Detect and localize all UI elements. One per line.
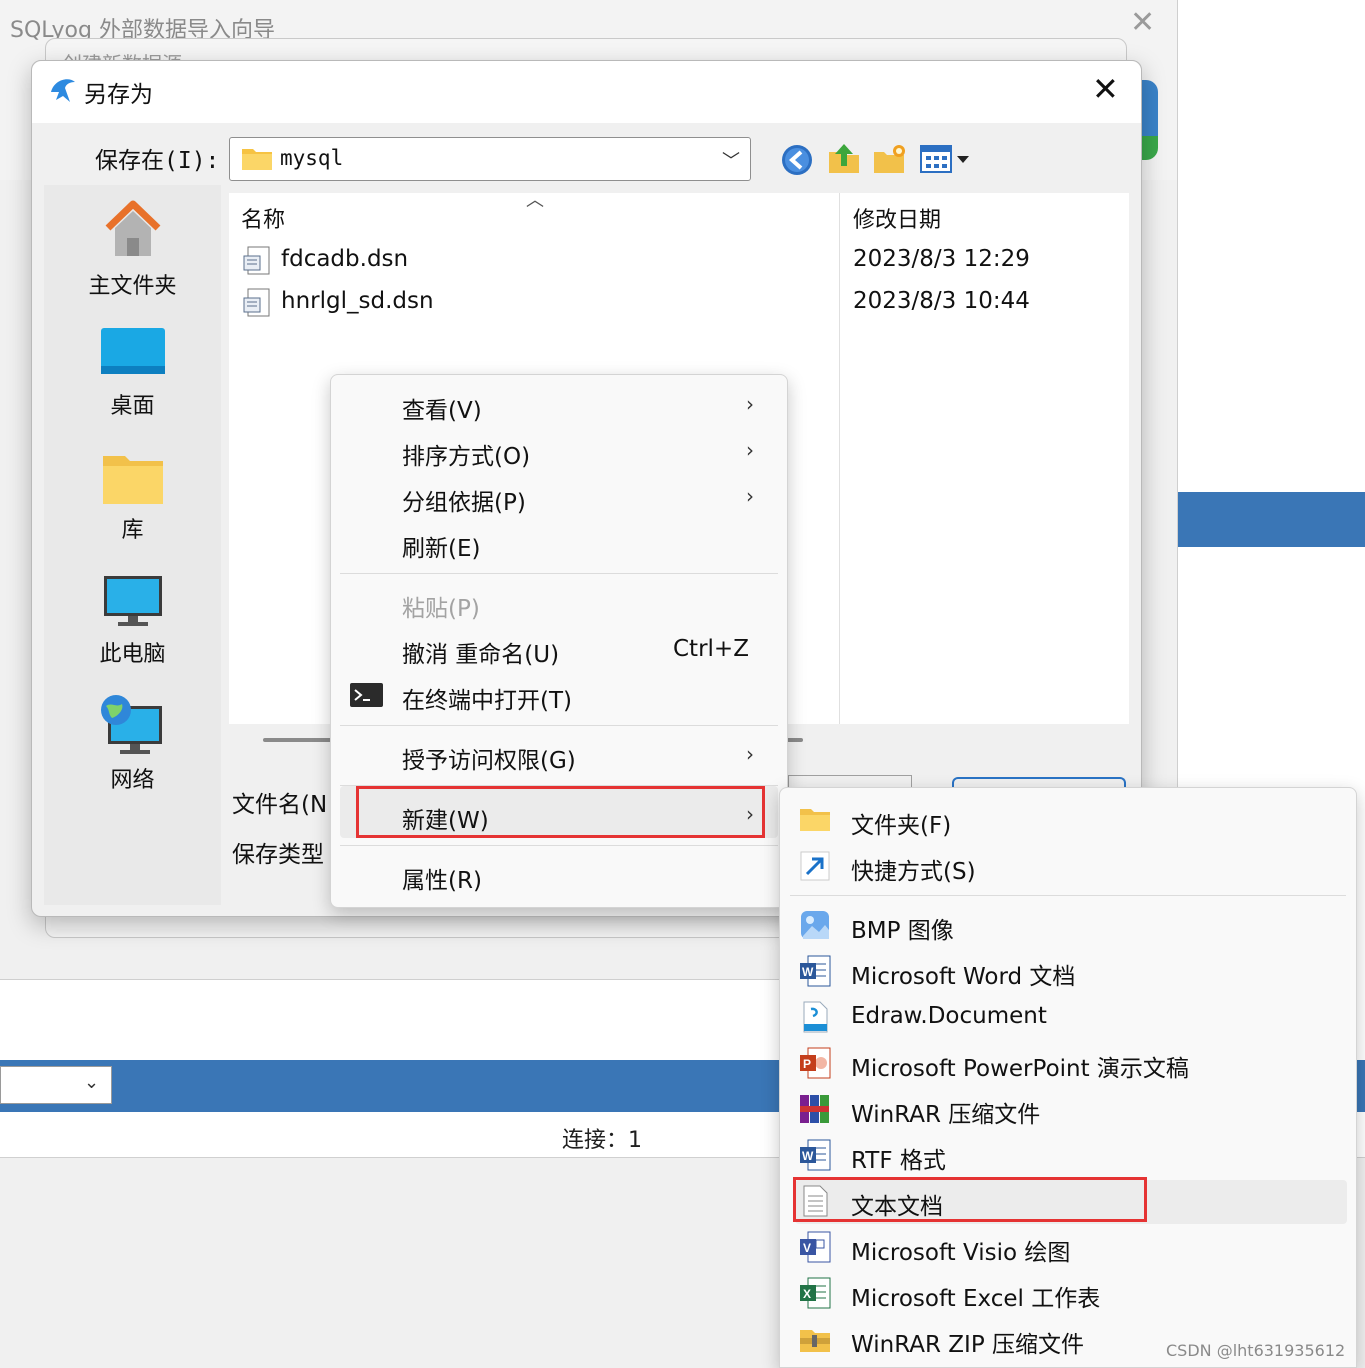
submenu-item-powerpoint[interactable]: Microsoft PowerPoint 演示文稿 — [851, 1049, 1189, 1083]
menu-separator — [340, 573, 778, 574]
submenu-item-excel[interactable]: Microsoft Excel 工作表 — [851, 1279, 1100, 1313]
visio-icon: V — [800, 1231, 831, 1263]
svg-text:X: X — [803, 1287, 811, 1301]
shortcut-icon — [800, 851, 830, 881]
place-network[interactable]: 网络 — [44, 694, 221, 794]
powerpoint-icon: P — [800, 1047, 831, 1079]
menu-item-sort[interactable]: 排序方式(O) — [402, 437, 530, 471]
undo-shortcut: Ctrl+Z — [673, 636, 749, 662]
submenu-item-shortcut[interactable]: 快捷方式(S) — [851, 852, 976, 886]
submenu-item-word[interactable]: Microsoft Word 文档 — [851, 957, 1075, 991]
background-wizard-title: 创建新数据源 — [62, 48, 182, 60]
new-folder-icon[interactable] — [872, 140, 908, 176]
column-header-date[interactable]: 修改日期 — [853, 202, 941, 234]
menu-separator — [340, 725, 778, 726]
place-label: 库 — [121, 518, 144, 543]
place-this-pc[interactable]: 此电脑 — [44, 574, 221, 668]
chevron-right-icon: › — [746, 392, 754, 416]
submenu-item-rtf[interactable]: RTF 格式 — [851, 1141, 946, 1175]
word-icon: W — [800, 955, 831, 987]
file-name: hnrlgl_sd.dsn — [281, 288, 434, 314]
annotation-highlight-box — [793, 1177, 1147, 1222]
close-icon[interactable]: ✕ — [1092, 72, 1119, 106]
background-blue-band — [1178, 492, 1365, 547]
sort-ascending-icon: ︿ — [526, 190, 544, 211]
column-header-name[interactable]: 名称 — [241, 202, 285, 234]
view-menu-icon[interactable] — [918, 140, 972, 176]
svg-text:W: W — [802, 1149, 814, 1163]
svg-text:V: V — [803, 1241, 811, 1255]
menu-item-view[interactable]: 查看(V) — [402, 391, 482, 425]
menu-item-refresh[interactable]: 刷新(E) — [402, 529, 480, 563]
filetype-label: 保存类型 — [232, 842, 324, 868]
filename-label: 文件名(N — [232, 792, 328, 818]
chevron-down-icon: ⌄ — [84, 1072, 100, 1093]
annotation-highlight-box — [356, 786, 765, 838]
file-date: 2023/8/3 12:29 — [853, 246, 1030, 272]
submenu-item-winrar-zip[interactable]: WinRAR ZIP 压缩文件 — [851, 1325, 1084, 1359]
menu-item-grant-access[interactable]: 授予访问权限(G) — [402, 741, 576, 775]
place-label: 网络 — [110, 768, 155, 793]
network-icon — [100, 695, 162, 754]
desktop-icon — [100, 328, 165, 374]
dsn-file-icon — [243, 288, 270, 317]
winrar-icon — [800, 1095, 829, 1123]
dolphin-icon — [51, 79, 75, 102]
folder-icon — [242, 149, 272, 170]
winrar-zip-icon — [800, 1330, 830, 1352]
up-folder-icon[interactable] — [826, 140, 862, 176]
home-icon — [105, 200, 160, 256]
save-in-label: 保存在(I): — [95, 148, 220, 174]
submenu-item-edraw[interactable]: Edraw.Document — [851, 1003, 1047, 1029]
chevron-right-icon: › — [746, 742, 754, 766]
submenu-item-folder[interactable]: 文件夹(F) — [851, 806, 951, 840]
place-label: 桌面 — [110, 394, 155, 419]
svg-text:W: W — [802, 965, 814, 979]
menu-separator — [790, 895, 1346, 896]
menu-item-undo-rename[interactable]: 撤消 重命名(U) — [402, 635, 559, 669]
menu-separator — [340, 845, 778, 846]
place-label: 此电脑 — [99, 642, 166, 667]
menu-item-properties[interactable]: 属性(R) — [402, 861, 482, 895]
folder-icon — [800, 809, 830, 831]
background-close-icon[interactable]: ✕ — [1130, 8, 1155, 38]
watermark: CSDN @lht631935612 — [1166, 1341, 1346, 1360]
menu-item-open-terminal[interactable]: 在终端中打开(T) — [402, 681, 572, 715]
bmp-icon — [801, 911, 829, 939]
chevron-right-icon: › — [746, 484, 754, 508]
rtf-icon: W — [800, 1139, 831, 1171]
dialog-title-bar — [32, 61, 1141, 123]
file-date: 2023/8/3 10:44 — [853, 288, 1030, 314]
dialog-title: 另存为 — [84, 82, 153, 108]
submenu-item-bmp[interactable]: BMP 图像 — [851, 911, 954, 945]
terminal-icon — [350, 683, 383, 707]
svg-text:P: P — [803, 1057, 811, 1071]
place-home[interactable]: 主文件夹 — [44, 196, 221, 300]
submenu-item-winrar[interactable]: WinRAR 压缩文件 — [851, 1095, 1040, 1129]
column-divider[interactable] — [839, 193, 840, 724]
chevron-down-icon[interactable]: ﹀ — [722, 147, 740, 173]
place-desktop[interactable]: 桌面 — [44, 326, 221, 420]
chevron-right-icon: › — [746, 438, 754, 462]
edraw-icon — [803, 1001, 828, 1033]
place-label: 主文件夹 — [88, 274, 177, 299]
connection-status: 连接：1 — [562, 1128, 642, 1153]
excel-icon: X — [800, 1277, 831, 1309]
back-icon[interactable] — [779, 142, 815, 178]
dsn-file-icon — [243, 246, 270, 275]
place-library[interactable]: 库 — [44, 452, 221, 544]
submenu-item-visio[interactable]: Microsoft Visio 绘图 — [851, 1233, 1070, 1267]
computer-icon — [103, 576, 162, 626]
menu-item-group[interactable]: 分组依据(P) — [402, 483, 526, 517]
file-name: fdcadb.dsn — [281, 246, 409, 272]
library-icon — [102, 456, 163, 504]
menu-item-paste[interactable]: 粘贴(P) — [402, 589, 480, 623]
current-folder: mysql — [280, 146, 344, 170]
